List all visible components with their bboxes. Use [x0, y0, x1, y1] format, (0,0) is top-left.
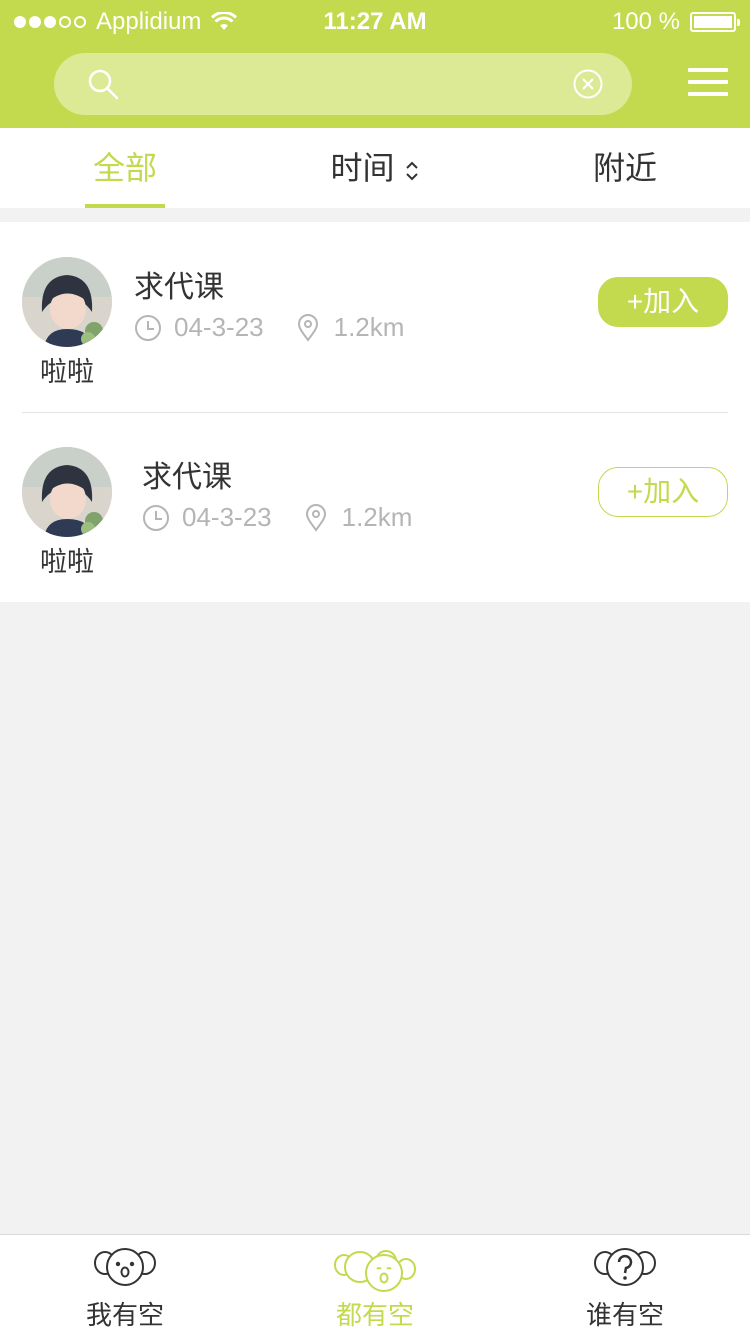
list-item[interactable]: 啦啦 求代课 04-3-23 1.2km +加入 — [0, 412, 750, 602]
request-title: 求代课 — [134, 271, 224, 304]
tab-label: 附近 — [592, 150, 657, 186]
request-date: 04-3-23 — [182, 502, 272, 532]
list-item[interactable]: 啦啦 求代课 04-3-23 1.2km +加入 — [0, 222, 750, 413]
join-button[interactable]: +加入 — [598, 277, 728, 327]
tab-label: 全部 — [92, 150, 157, 186]
search-bar[interactable] — [54, 53, 632, 115]
request-list: 啦啦 求代课 04-3-23 1.2km +加入 啦啦 求代课 04-3-23 … — [0, 222, 750, 602]
request-meta: 04-3-23 1.2km — [142, 502, 412, 533]
koala-question-icon — [594, 1248, 656, 1286]
request-title: 求代课 — [142, 461, 232, 494]
tab-all[interactable]: 全部 — [0, 128, 250, 208]
search-input[interactable] — [134, 63, 534, 105]
request-date: 04-3-23 — [174, 312, 264, 342]
bottom-tab-bar: 我有空 都有空 谁有空 — [0, 1234, 750, 1334]
tab-my-free[interactable]: 我有空 — [0, 1235, 250, 1334]
search-icon — [88, 69, 119, 100]
avatar[interactable] — [22, 257, 112, 347]
filter-tabs: 全部 时间 附近 — [0, 128, 750, 208]
tab-nearby[interactable]: 附近 — [500, 128, 750, 208]
sort-icon — [406, 161, 419, 180]
request-distance: 1.2km — [333, 312, 405, 342]
request-distance: 1.2km — [341, 502, 413, 532]
username: 啦啦 — [40, 357, 94, 387]
koala-group-icon — [334, 1250, 416, 1292]
tab-all-free[interactable]: 都有空 — [250, 1235, 500, 1334]
username: 啦啦 — [40, 547, 94, 577]
tab-time[interactable]: 时间 — [250, 128, 500, 208]
battery-icon — [690, 12, 740, 32]
join-button[interactable]: +加入 — [598, 467, 728, 517]
location-pin-icon — [297, 313, 318, 342]
tab-label: 时间 — [330, 150, 395, 186]
tab-who-free[interactable]: 谁有空 — [500, 1235, 750, 1334]
status-bar: Applidium 11:27 AM 100 % — [0, 0, 750, 44]
koala-face-icon — [94, 1248, 156, 1286]
request-meta: 04-3-23 1.2km — [134, 312, 404, 343]
tab-label: 都有空 — [335, 1300, 414, 1330]
status-right: 100 % — [611, 8, 740, 36]
tab-label: 谁有空 — [585, 1300, 664, 1330]
active-tab-indicator — [85, 204, 165, 208]
app-screen: Applidium 11:27 AM 100 % 全部 时间 附近 啦啦 求代课… — [0, 0, 750, 1334]
header: Applidium 11:27 AM 100 % — [0, 0, 750, 128]
avatar[interactable] — [22, 447, 112, 537]
clock-icon — [143, 504, 169, 531]
clock-icon — [135, 314, 161, 341]
clear-icon[interactable] — [572, 68, 604, 100]
menu-icon[interactable] — [688, 68, 728, 100]
location-pin-icon — [305, 503, 326, 532]
tab-label: 我有空 — [85, 1300, 164, 1330]
battery-percent: 100 % — [611, 8, 680, 35]
